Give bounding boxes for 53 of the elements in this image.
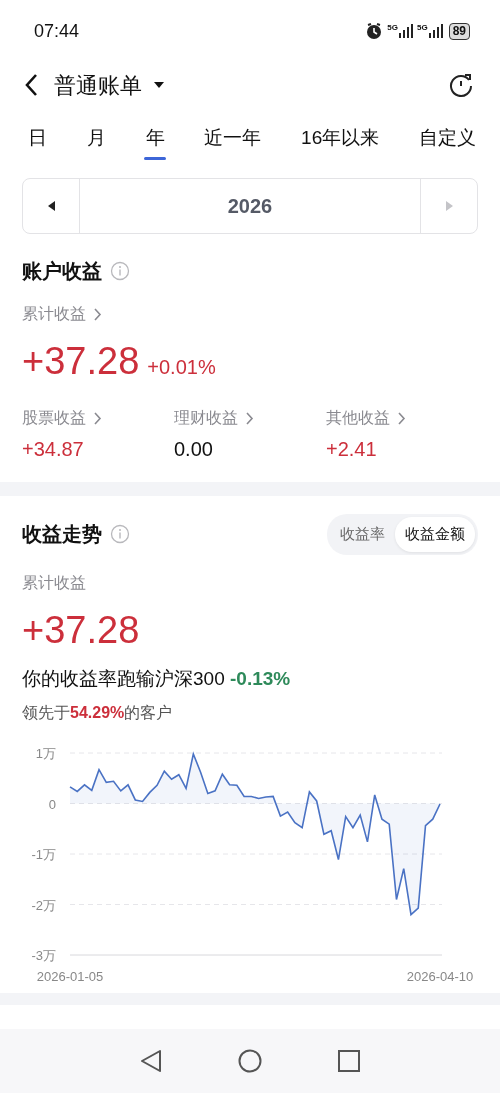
earnings-rate: +0.01% xyxy=(147,355,216,380)
year-value: 2026 xyxy=(227,194,273,219)
signal-icon xyxy=(398,24,413,38)
axis-label: 2026-01-05 xyxy=(36,969,104,984)
caret-icon[interactable] xyxy=(154,82,164,88)
axis-label: -3万 xyxy=(31,948,56,963)
chevron-icon xyxy=(94,411,102,425)
recent-apps-icon[interactable] xyxy=(338,1050,360,1072)
page-title[interactable]: 普通账单 xyxy=(54,68,142,102)
toggle-option[interactable]: 收益金额 xyxy=(395,517,475,552)
section-title: 收益走势 xyxy=(22,522,102,548)
axis-label: -2万 xyxy=(31,897,56,913)
earnings-value: +34.87 xyxy=(22,437,85,462)
chevron-icon xyxy=(94,307,102,321)
status-time: 07:44 xyxy=(34,19,80,43)
axis-label: -1万 xyxy=(31,847,56,862)
ranking-text: 领先于54.29%的客户 xyxy=(22,703,174,723)
period-tab[interactable]: 日 xyxy=(28,117,47,159)
toggle-option[interactable]: 收益率 xyxy=(330,517,395,552)
earnings-link[interactable]: 股票收益 xyxy=(22,406,174,430)
axis-label: 0 xyxy=(48,796,56,812)
back-icon xyxy=(24,73,38,98)
comparison-text: 你的收益率跑输沪深300 -0.13% xyxy=(22,666,292,691)
network-label: 5G xyxy=(387,24,398,32)
earnings-link[interactable]: 累计收益 xyxy=(22,302,102,326)
axis-label: 2026-04-10 xyxy=(406,969,474,984)
back-button[interactable] xyxy=(24,72,38,98)
earnings-value: +2.41 xyxy=(326,437,378,462)
earnings-link[interactable]: 其他收益 xyxy=(326,406,478,430)
refresh-button[interactable] xyxy=(448,72,474,98)
triangle-icon xyxy=(445,201,453,211)
total-earnings: +37.28 xyxy=(22,342,140,380)
axis-label: 1万 xyxy=(35,746,56,761)
earnings-link[interactable]: 理财收益 xyxy=(174,406,326,430)
back-icon[interactable] xyxy=(140,1049,162,1073)
earnings-value: 0.00 xyxy=(174,437,214,462)
total-earnings: +37.28 xyxy=(22,610,141,649)
signal-icon xyxy=(428,24,443,38)
chevron-icon xyxy=(246,411,254,425)
period-tab[interactable]: 16年以来 xyxy=(301,117,380,159)
triangle-icon xyxy=(47,201,55,211)
period-tab[interactable]: 月 xyxy=(86,117,106,159)
battery-level: 89 xyxy=(448,22,470,40)
period-tab[interactable]: 年 xyxy=(145,117,165,159)
section-title: 账户收益 xyxy=(22,259,102,284)
refresh-icon xyxy=(448,72,474,98)
chevron-icon xyxy=(398,411,406,425)
home-icon[interactable] xyxy=(238,1049,262,1073)
alarm-icon xyxy=(365,22,384,40)
network-label: 5G xyxy=(416,24,428,32)
period-tab[interactable]: 近一年 xyxy=(204,117,262,159)
earnings-label: 累计收益 xyxy=(22,572,87,593)
period-tab[interactable]: 自定义 xyxy=(418,117,476,159)
